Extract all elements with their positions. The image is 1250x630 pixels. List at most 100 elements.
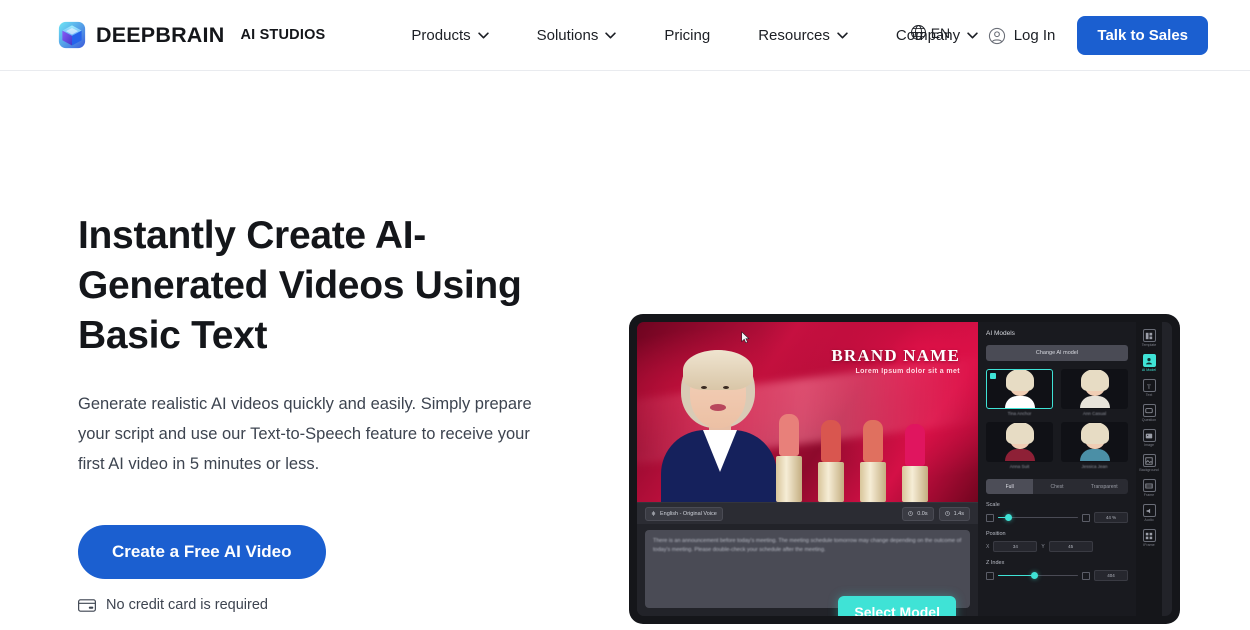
language-selector[interactable]: EN — [910, 24, 950, 41]
scale-slider[interactable] — [998, 513, 1078, 522]
template-icon — [1142, 329, 1156, 342]
model-grid: Tina Anchor Ann Casual Anna Suit Jessica… — [986, 369, 1128, 469]
script-editor[interactable]: There is an announcement before today's … — [645, 530, 970, 616]
model-card[interactable]: Anna Suit — [986, 422, 1053, 469]
voice-label: English - Original Voice — [660, 510, 717, 517]
video-stage[interactable]: BRAND NAME Lorem Ipsum dolor sit a met — [637, 322, 978, 502]
lipstick-product-row — [772, 392, 972, 502]
clip-start-chip[interactable]: 0.0s — [902, 506, 934, 521]
ai-presenter-avatar — [653, 342, 783, 502]
scale-max-icon — [1082, 513, 1090, 522]
clock-icon — [944, 511, 950, 516]
login-button[interactable]: Log In — [988, 27, 1056, 45]
create-free-ai-video-button[interactable]: Create a Free AI Video — [78, 525, 326, 579]
zindex-value[interactable]: 404 — [1094, 570, 1128, 581]
chevron-down-icon — [477, 31, 489, 39]
ai-model-icon — [1142, 354, 1156, 367]
hero-copy: Instantly Create AI-Generated Videos Usi… — [0, 71, 560, 613]
cube-logo-icon — [58, 21, 86, 49]
audio-icon — [1142, 504, 1156, 517]
zindex-control-row: 404 — [986, 570, 1128, 581]
frame-icon — [1142, 479, 1156, 492]
clip-end-chip[interactable]: 1.4s — [938, 506, 970, 521]
inspector-title: AI Models — [986, 330, 1015, 337]
model-card[interactable]: Jessica Jean — [1061, 422, 1128, 469]
rail-item-background[interactable]: Background — [1137, 452, 1161, 474]
svg-text:T: T — [1147, 383, 1151, 390]
rail-label: AI Model — [1141, 368, 1157, 372]
nav-label: Products — [411, 26, 471, 44]
user-circle-icon — [988, 27, 1005, 44]
question-icon — [1142, 404, 1156, 417]
clip-end-label: 1.4s — [953, 510, 964, 517]
position-label: Position — [986, 531, 1006, 537]
rail-item-audio[interactable]: Audio — [1137, 502, 1161, 524]
globe-icon — [910, 25, 926, 40]
zindex-label: Z Index — [986, 560, 1005, 566]
select-model-button[interactable]: Select Model — [838, 596, 956, 616]
mouse-cursor-icon — [741, 331, 750, 344]
model-card[interactable]: Ann Casual — [1061, 369, 1128, 416]
voice-icon — [651, 511, 656, 516]
crop-mode-chest[interactable]: Chest — [1033, 479, 1080, 494]
crop-mode-transparent[interactable]: Transparent — [1081, 479, 1128, 494]
no-credit-card-note: No credit card is required — [78, 597, 560, 613]
inspector-panel: AI Models Change AI model Tina Anchor An… — [741, 322, 1136, 616]
talk-to-sales-button[interactable]: Talk to Sales — [1077, 16, 1208, 55]
nav-item-pricing[interactable]: Pricing — [640, 27, 734, 44]
script-text: There is an announcement before today's … — [653, 538, 962, 553]
page-title: Instantly Create AI-Generated Videos Usi… — [78, 214, 522, 357]
rail-item-text[interactable]: T Text — [1137, 377, 1161, 399]
chevron-down-icon — [837, 31, 848, 39]
rail-item-question[interactable]: Question — [1137, 402, 1161, 424]
tool-rail: Template AI Model T Text Question Image — [1136, 322, 1162, 616]
position-x-value[interactable]: 34 — [993, 541, 1038, 552]
stage-toolbar: English - Original Voice 0.0s 1.4s — [637, 502, 978, 524]
nav-label: Resources — [758, 26, 830, 44]
scale-control-row: 44 % — [986, 512, 1128, 523]
brand-subtitle: AI STUDIOS — [240, 27, 326, 43]
zindex-slider[interactable] — [998, 571, 1078, 580]
crop-mode-full[interactable]: Full — [986, 479, 1034, 494]
image-icon — [1142, 429, 1156, 442]
position-control-row: X 34 Y 45 — [986, 541, 1128, 552]
rail-item-ai-model[interactable]: AI Model — [1137, 352, 1161, 374]
scale-label: Scale — [986, 502, 1000, 508]
rail-label: Frame — [1143, 493, 1155, 497]
video-brand-tagline: Lorem Ipsum dolor sit a met — [855, 368, 960, 375]
nav-item-products[interactable]: Products — [387, 27, 512, 44]
nav-item-resources[interactable]: Resources — [734, 27, 872, 44]
rail-item-iframe[interactable]: IFrame — [1137, 527, 1161, 549]
position-x-label: X — [986, 543, 990, 550]
selected-indicator-icon — [990, 373, 996, 379]
brand-name: DEEPBRAIN — [96, 22, 225, 47]
nav-label: Pricing — [664, 26, 711, 44]
model-label: Tina Anchor — [1007, 411, 1032, 416]
model-label: Anna Suit — [1009, 464, 1030, 469]
brand-logo[interactable]: DEEPBRAIN AI STUDIOS — [58, 21, 325, 49]
crop-mode-segmented-control: Full Chest Transparent — [986, 479, 1128, 494]
header-actions: EN Log In Talk to Sales — [900, 0, 1208, 71]
change-ai-model-button[interactable]: Change AI model — [986, 345, 1128, 361]
rail-item-template[interactable]: Template — [1137, 327, 1161, 349]
rail-label: Audio — [1144, 518, 1154, 522]
position-y-value[interactable]: 45 — [1048, 541, 1093, 552]
hero-subtitle: Generate realistic AI videos quickly and… — [78, 395, 532, 473]
nav-label: Solutions — [536, 26, 599, 44]
credit-card-icon — [78, 598, 96, 612]
nav-item-solutions[interactable]: Solutions — [513, 27, 641, 44]
editor-panel: BRAND NAME Lorem Ipsum dolor sit a met E… — [637, 322, 978, 616]
clip-start-label: 0.0s — [917, 510, 928, 517]
site-header: DEEPBRAIN AI STUDIOS Products Solutions … — [0, 0, 1250, 71]
model-card[interactable]: Tina Anchor — [986, 369, 1053, 416]
chevron-down-icon — [605, 31, 617, 39]
login-label: Log In — [1013, 27, 1056, 44]
rail-item-frame[interactable]: Frame — [1137, 477, 1161, 499]
scale-value[interactable]: 44 % — [1094, 512, 1128, 523]
voice-selector-chip[interactable]: English - Original Voice — [645, 506, 723, 521]
rail-label: IFrame — [1143, 543, 1155, 547]
rail-item-image[interactable]: Image — [1137, 427, 1161, 449]
zindex-front-icon — [1082, 571, 1090, 580]
background-icon — [1142, 454, 1156, 467]
ai-studios-app-mock: BRAND NAME Lorem Ipsum dolor sit a met E… — [637, 322, 1172, 616]
